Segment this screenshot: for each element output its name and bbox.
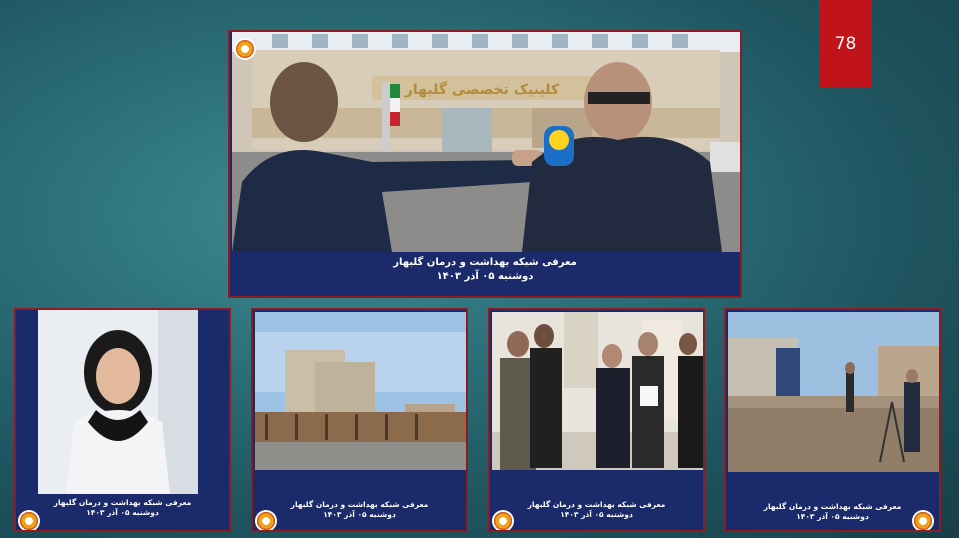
network-logo-icon (914, 512, 932, 530)
thumbnail-4-date: دوشنبه ۰۵ آذر ۱۴۰۳ (796, 512, 869, 522)
network-logo-icon (257, 512, 275, 530)
thumbnail-photo-building (255, 312, 466, 470)
thumbnail-4-title: معرفی شبکه بهداشت و درمان گلبهار (763, 502, 902, 511)
thumbnail-photo-group (492, 312, 703, 470)
main-caption-title: معرفی شبکه بهداشت و درمان گلبهار (393, 257, 577, 268)
network-logo-icon (236, 40, 254, 58)
thumbnail-card-4[interactable]: معرفی شبکه بهداشت و درمان گلبهار دوشنبه … (724, 308, 941, 532)
page-number: 78 (834, 34, 857, 54)
main-caption-date: دوشنبه ۰۵ آذر ۱۴۰۳ (436, 270, 534, 282)
thumbnail-card-2[interactable]: معرفی شبکه بهداشت و درمان گلبهار دوشنبه … (251, 308, 468, 532)
thumbnail-card-3[interactable]: معرفی شبکه بهداشت و درمان گلبهار دوشنبه … (488, 308, 705, 532)
thumbnail-2-date: دوشنبه ۰۵ آذر ۱۴۰۳ (323, 510, 396, 520)
thumbnail-2-title: معرفی شبکه بهداشت و درمان گلبهار (290, 500, 429, 509)
thumbnail-1-date: دوشنبه ۰۵ آذر ۱۴۰۳ (86, 508, 159, 518)
network-logo-icon (20, 512, 38, 530)
thumbnail-card-1[interactable]: معرفی شبکه بهداشت و درمان گلبهار دوشنبه … (14, 308, 231, 532)
main-photo-interview: کلینیک تخصصی گلبهار (232, 32, 740, 252)
page-number-badge: 78 (819, 0, 872, 88)
building-sign-text: کلینیک تخصصی گلبهار (404, 81, 560, 98)
thumbnail-3-date: دوشنبه ۰۵ آذر ۱۴۰۳ (560, 510, 633, 520)
thumbnail-photo-field-report (728, 312, 939, 472)
main-photo-card[interactable]: کلینیک تخصصی گلبهار معرفی شبکه بهداشت و … (228, 30, 742, 298)
network-logo-icon (494, 512, 512, 530)
thumbnail-1-title: معرفی شبکه بهداشت و درمان گلبهار (53, 498, 192, 507)
thumbnail-photo-doctor (38, 310, 198, 494)
thumbnail-3-title: معرفی شبکه بهداشت و درمان گلبهار (527, 500, 666, 509)
